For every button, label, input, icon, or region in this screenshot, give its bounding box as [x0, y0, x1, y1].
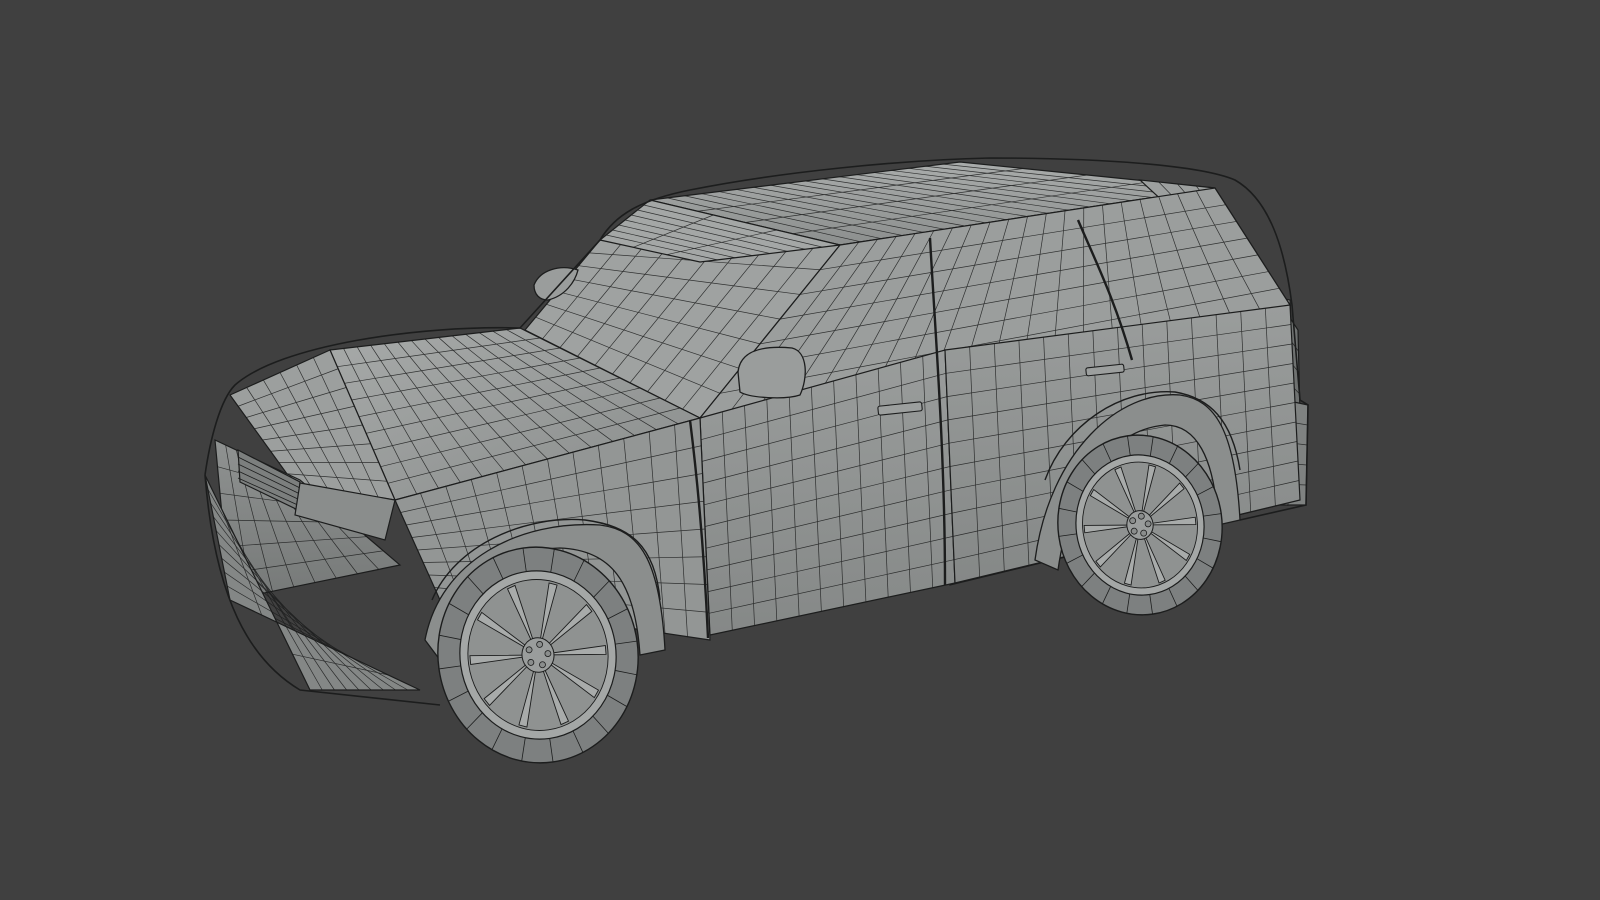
- lug-nut: [1140, 529, 1148, 537]
- 3d-viewport[interactable]: [0, 0, 1600, 900]
- lug-nut: [1137, 512, 1145, 520]
- lug-nut: [1144, 520, 1152, 528]
- lug-nut: [536, 640, 544, 648]
- lug-nut: [527, 659, 535, 666]
- lug-nut: [1129, 517, 1137, 525]
- right-mirror: [737, 346, 806, 399]
- lug-nut: [525, 646, 533, 654]
- lug-nut: [544, 650, 552, 658]
- scene-canvas[interactable]: [0, 0, 1600, 900]
- lug-nut: [1130, 527, 1138, 535]
- car-model[interactable]: [200, 157, 1320, 776]
- lug-nut: [539, 661, 546, 669]
